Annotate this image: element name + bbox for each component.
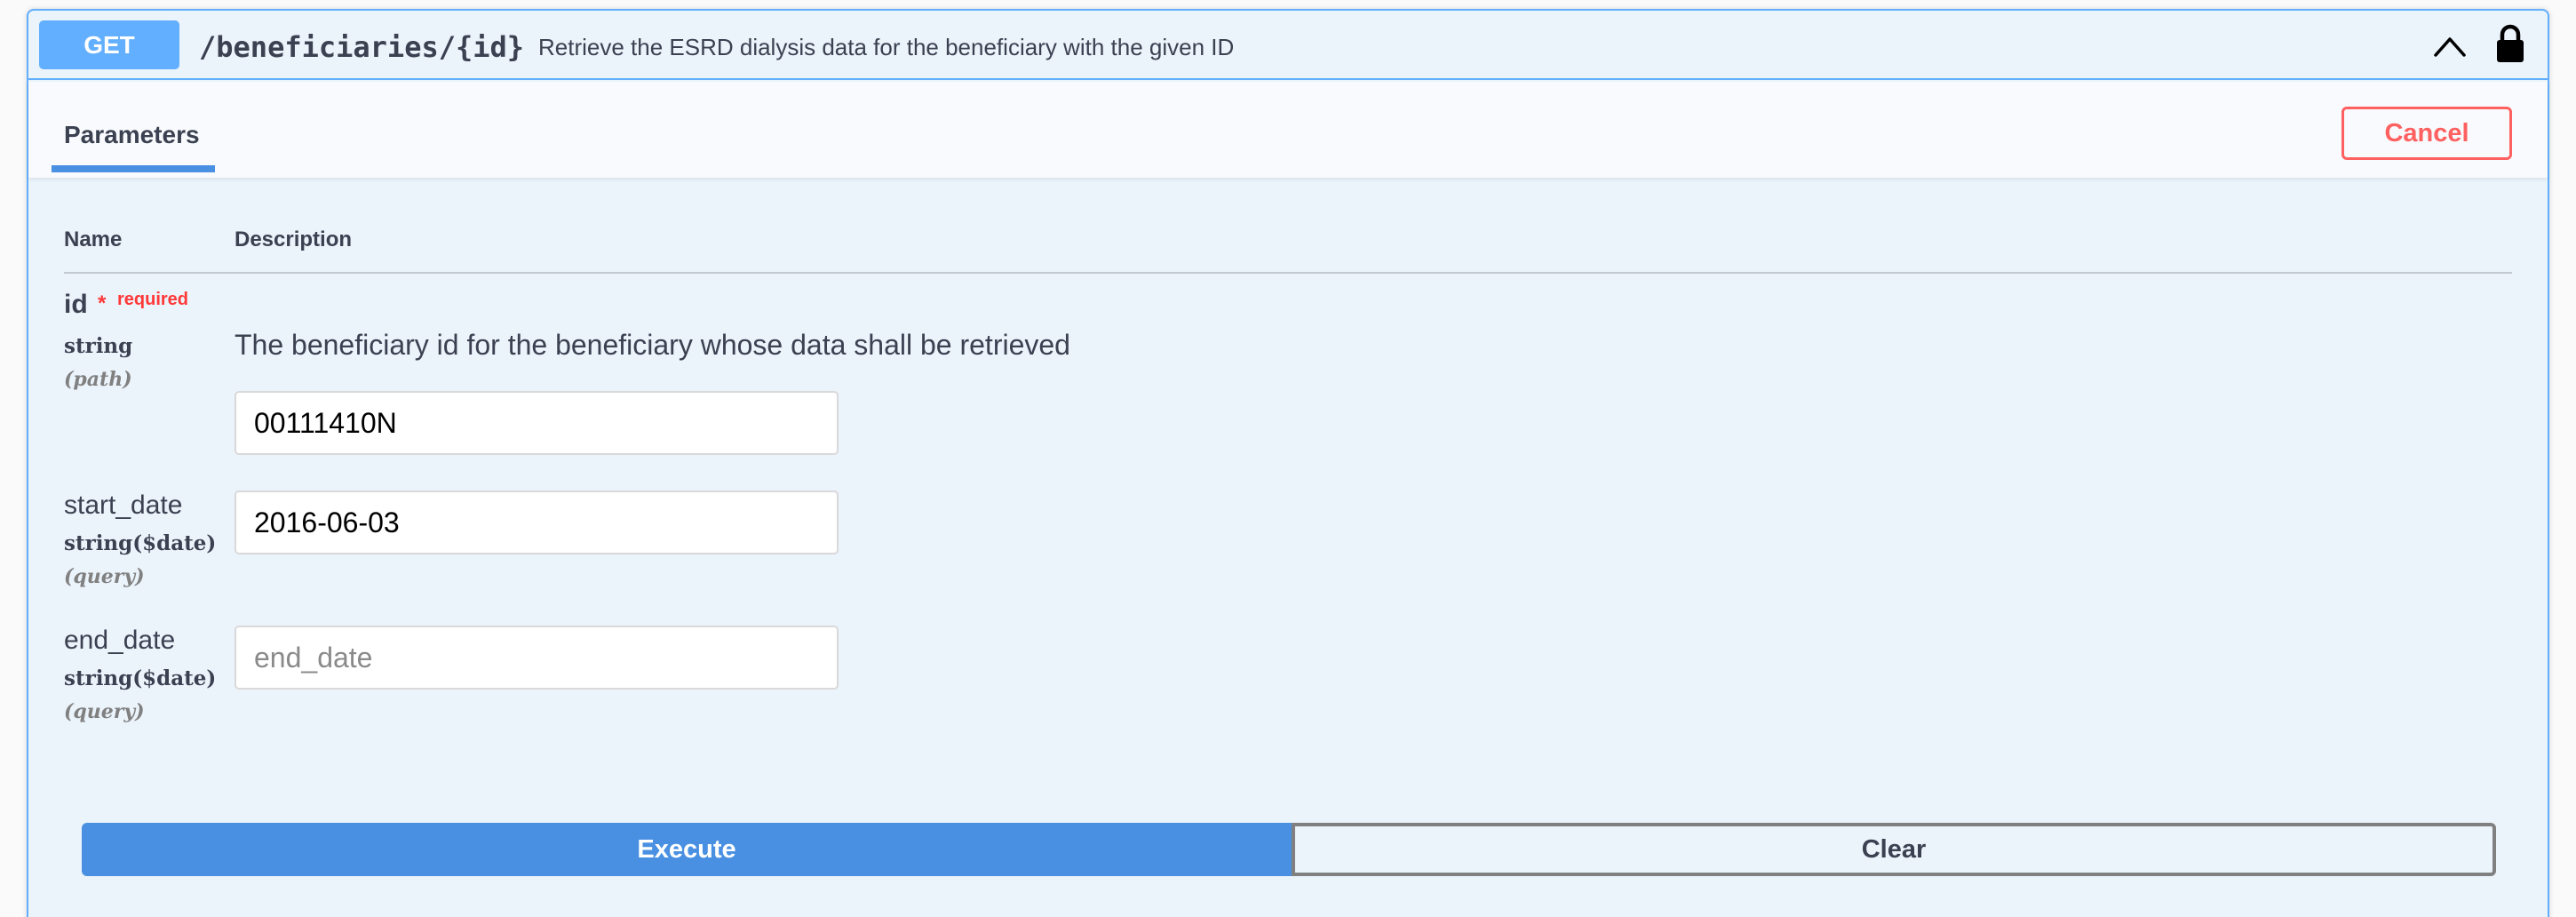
execute-button[interactable]: Execute xyxy=(82,823,1292,876)
param-type-start-date: string($date) xyxy=(64,531,217,555)
endpoint-summary: Retrieve the ESRD dialysis data for the … xyxy=(538,34,1235,60)
clear-button[interactable]: Clear xyxy=(1292,823,2496,876)
param-location-start-date: (query) xyxy=(64,565,145,588)
header-divider xyxy=(64,272,2512,274)
required-star: * xyxy=(98,291,107,315)
operation-block: GET /beneficiaries/{id} Retrieve the ESR… xyxy=(27,9,2549,917)
operation-summary[interactable]: GET /beneficiaries/{id} Retrieve the ESR… xyxy=(28,11,2548,80)
required-label: required xyxy=(117,290,189,309)
tab-parameters[interactable]: Parameters xyxy=(64,121,200,149)
column-header-name: Name xyxy=(64,227,123,251)
start-date-input[interactable] xyxy=(235,490,839,554)
param-location-end-date: (query) xyxy=(64,700,145,723)
http-method-badge: GET xyxy=(39,20,179,69)
param-type-end-date: string($date) xyxy=(64,666,217,690)
param-location-id: (path) xyxy=(64,368,132,391)
endpoint-path: /beneficiaries/{id} xyxy=(199,30,525,64)
param-description-id: The beneficiary id for the beneficiary w… xyxy=(235,329,1070,361)
id-input[interactable] xyxy=(235,391,839,455)
param-name-start-date: start_date xyxy=(64,490,183,520)
chevron-up-icon[interactable] xyxy=(2430,30,2469,62)
cancel-button[interactable]: Cancel xyxy=(2341,107,2512,160)
lock-icon[interactable] xyxy=(2494,23,2526,64)
param-name-id: id xyxy=(64,290,88,319)
param-type-id: string xyxy=(64,334,133,358)
tab-active-indicator xyxy=(52,165,215,172)
end-date-input[interactable] xyxy=(235,626,839,690)
column-header-description: Description xyxy=(235,227,353,251)
param-name-end-date: end_date xyxy=(64,626,176,655)
parameters-header: Parameters Cancel xyxy=(28,82,2548,178)
